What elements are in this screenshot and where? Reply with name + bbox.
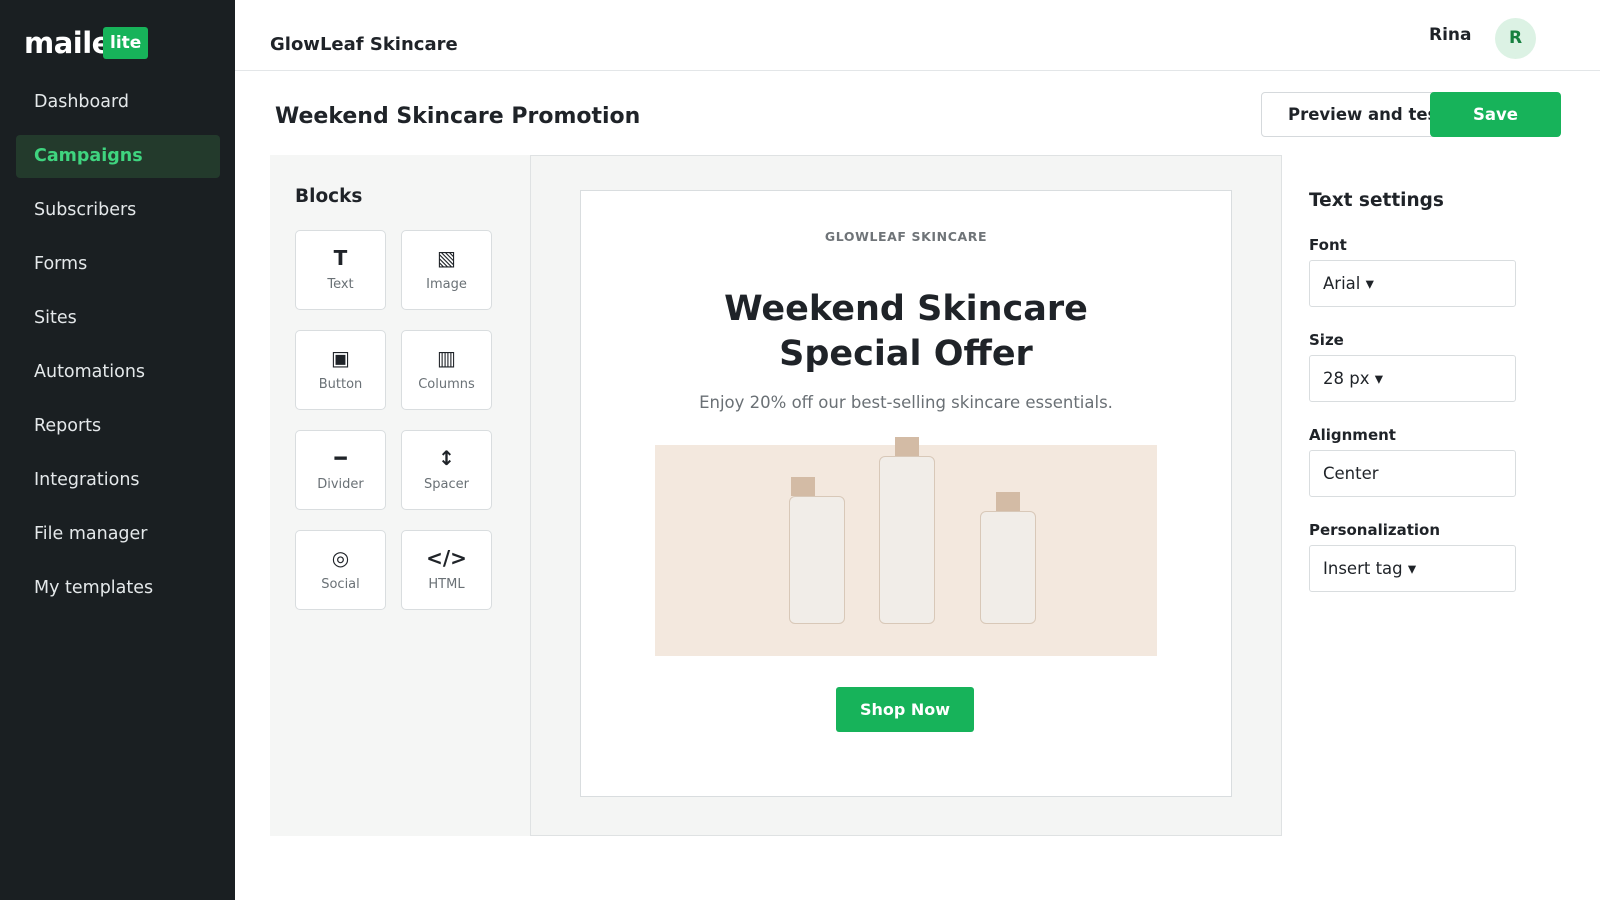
sidebar-item-my-templates[interactable]: My templates (16, 567, 220, 610)
text-icon: T (333, 246, 348, 270)
shop-now-button[interactable]: Shop Now (836, 687, 974, 732)
bottle (879, 456, 935, 624)
sidebar-item-dashboard[interactable]: Dashboard (16, 81, 220, 124)
sidebar-item-subscribers[interactable]: Subscribers (16, 189, 220, 232)
sidebar-item-file-manager[interactable]: File manager (16, 513, 220, 556)
blocks-title: Blocks (295, 186, 363, 207)
sidebar-nav: Dashboard Campaigns Subscribers Forms Si… (16, 81, 220, 621)
preview-and-test-button[interactable]: Preview and test (1261, 92, 1445, 137)
button-icon: ▣ (331, 346, 350, 370)
text-settings-title: Text settings (1309, 190, 1444, 211)
alignment-label: Alignment (1309, 426, 1396, 444)
headline-line-2: Special Offer (779, 334, 1033, 374)
block-label: Social (321, 577, 360, 592)
block-grid: T Text ▧ Image ▣ Button ▥ Columns ━ Divi… (295, 230, 492, 610)
spacer-icon: ↕ (438, 446, 455, 470)
top-bar: GlowLeaf Skincare Rina R (235, 0, 1600, 71)
block-text[interactable]: T Text (295, 230, 386, 310)
email-headline[interactable]: Weekend Skincare Special Offer (581, 287, 1231, 377)
bottle (980, 511, 1036, 624)
html-icon: </> (426, 546, 467, 570)
sidebar-item-reports[interactable]: Reports (16, 405, 220, 448)
sidebar-item-integrations[interactable]: Integrations (16, 459, 220, 502)
block-label: Image (426, 277, 467, 292)
block-social[interactable]: ◎ Social (295, 530, 386, 610)
page-title: Weekend Skincare Promotion (275, 104, 641, 129)
bottle-cap (791, 477, 815, 496)
block-label: Divider (317, 477, 364, 492)
bottle (789, 496, 845, 624)
personalization-label: Personalization (1309, 521, 1441, 539)
block-button[interactable]: ▣ Button (295, 330, 386, 410)
image-icon: ▧ (437, 246, 456, 270)
blocks-panel: Blocks T Text ▧ Image ▣ Button ▥ Columns… (270, 155, 530, 836)
sidebar: mailerlite lite Dashboard Campaigns Subs… (0, 0, 235, 900)
divider-icon: ━ (334, 446, 347, 470)
block-label: Text (327, 277, 354, 292)
bottle-cap (996, 492, 1020, 511)
headline-line-1: Weekend Skincare (724, 289, 1088, 329)
sidebar-item-sites[interactable]: Sites (16, 297, 220, 340)
block-label: Spacer (424, 477, 469, 492)
columns-icon: ▥ (437, 346, 456, 370)
block-html[interactable]: </> HTML (401, 530, 492, 610)
block-label: Columns (418, 377, 475, 392)
block-columns[interactable]: ▥ Columns (401, 330, 492, 410)
alignment-select[interactable]: Center (1309, 450, 1516, 497)
size-select[interactable]: 28 px ▾ (1309, 355, 1516, 402)
logo-wordmark: mailerlite (24, 26, 106, 60)
sidebar-item-forms[interactable]: Forms (16, 243, 220, 286)
block-label: Button (318, 377, 363, 392)
block-image[interactable]: ▧ Image (401, 230, 492, 310)
avatar[interactable]: R (1495, 18, 1536, 59)
block-divider[interactable]: ━ Divider (295, 430, 386, 510)
sidebar-item-campaigns[interactable]: Campaigns (16, 135, 220, 178)
email-subtext[interactable]: Enjoy 20% off our best-selling skincare … (581, 393, 1231, 412)
block-spacer[interactable]: ↕ Spacer (401, 430, 492, 510)
logo-badge: lite (103, 27, 149, 59)
font-select[interactable]: Arial ▾ (1309, 260, 1516, 307)
editor-canvas: GLOWLEAF SKINCARE Weekend Skincare Speci… (530, 155, 1282, 836)
email-preview[interactable]: GLOWLEAF SKINCARE Weekend Skincare Speci… (580, 190, 1232, 797)
insert-tag-select[interactable]: Insert tag ▾ (1309, 545, 1516, 592)
block-label: HTML (428, 577, 465, 592)
bottle-cap (895, 437, 919, 456)
hero-image[interactable] (655, 437, 1157, 656)
user-name[interactable]: Rina (1429, 25, 1472, 45)
email-brand[interactable]: GLOWLEAF SKINCARE (581, 229, 1231, 244)
social-icon: ◎ (331, 546, 350, 570)
mailerlite-logo[interactable]: mailerlite lite (24, 26, 149, 60)
size-label: Size (1309, 331, 1344, 349)
save-button[interactable]: Save (1430, 92, 1561, 137)
font-label: Font (1309, 236, 1347, 254)
account-brand: GlowLeaf Skincare (270, 34, 458, 55)
sidebar-item-automations[interactable]: Automations (16, 351, 220, 394)
